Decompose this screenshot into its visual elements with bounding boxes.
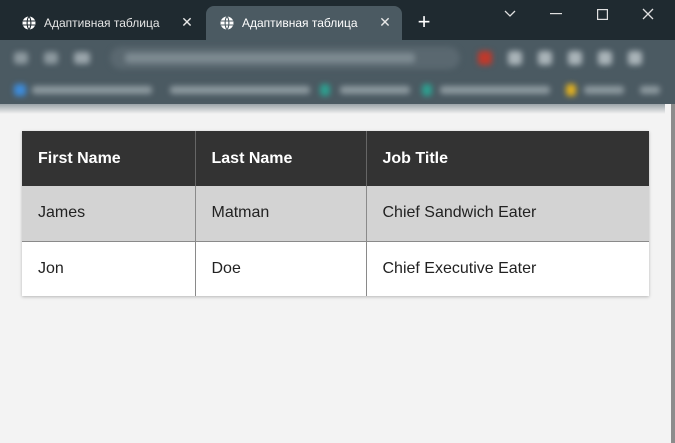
- new-tab-button[interactable]: +: [413, 11, 435, 33]
- close-icon: [642, 8, 654, 20]
- cell-last-name: Doe: [194, 241, 366, 296]
- header-row: First Name Last Name Job Title: [22, 131, 649, 186]
- employee-table: First Name Last Name Job Title James Mat…: [22, 131, 649, 296]
- table-row: Jon Doe Chief Executive Eater: [22, 241, 649, 296]
- header-last-name: Last Name: [194, 131, 366, 186]
- cell-last-name: Matman: [194, 186, 366, 242]
- header-first-name: First Name: [22, 131, 195, 186]
- globe-icon: [220, 16, 234, 30]
- minimize-icon: [550, 13, 562, 15]
- page-scrollbar[interactable]: [671, 104, 675, 443]
- tab-active[interactable]: Адаптивная таблица ✕: [206, 6, 402, 40]
- table-body: James Matman Chief Sandwich Eater Jon Do…: [22, 186, 649, 296]
- close-tab-icon[interactable]: ✕: [378, 15, 392, 29]
- table-header: First Name Last Name Job Title: [22, 131, 649, 186]
- bookmarks-bar: [0, 76, 675, 104]
- table-row: James Matman Chief Sandwich Eater: [22, 186, 649, 242]
- close-window-button[interactable]: [633, 4, 663, 24]
- minimize-button[interactable]: [541, 4, 571, 24]
- maximize-button[interactable]: [587, 4, 617, 24]
- cell-job-title: Chief Sandwich Eater: [365, 186, 649, 242]
- chevron-down-icon: [504, 10, 516, 17]
- header-job-title: Job Title: [365, 131, 649, 186]
- browser-toolbar: [0, 40, 675, 76]
- toolbar-shadow: [0, 104, 665, 114]
- close-tab-icon[interactable]: ✕: [180, 15, 194, 29]
- tab-search-button[interactable]: [495, 4, 525, 24]
- cell-job-title: Chief Executive Eater: [365, 241, 649, 296]
- browser-titlebar: Адаптивная таблица ✕ Адаптивная таблица …: [0, 0, 675, 40]
- cell-first-name: James: [22, 186, 195, 242]
- tab-title: Адаптивная таблица: [242, 16, 358, 30]
- tab-title: Адаптивная таблица: [44, 16, 160, 30]
- maximize-icon: [596, 8, 608, 20]
- tab-inactive[interactable]: Адаптивная таблица ✕: [8, 6, 204, 40]
- cell-first-name: Jon: [22, 241, 195, 296]
- globe-icon: [22, 16, 36, 30]
